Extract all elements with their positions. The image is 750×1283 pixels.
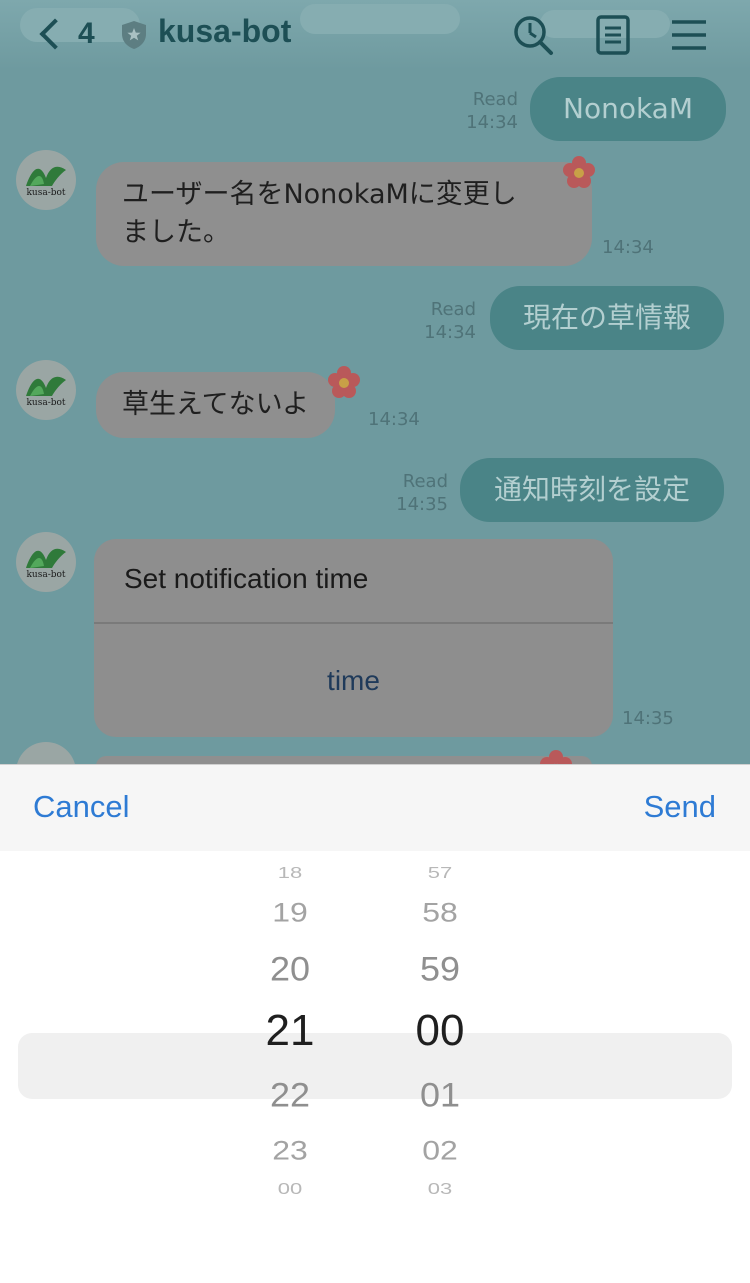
hour-option[interactable]: 18 bbox=[230, 864, 350, 882]
notes-icon[interactable] bbox=[592, 14, 634, 56]
chevron-left-icon bbox=[39, 18, 71, 50]
card-title: Set notification time bbox=[124, 563, 369, 594]
bot-avatar[interactable]: kusa-bot bbox=[16, 150, 76, 210]
chat-title: kusa-bot bbox=[158, 13, 292, 49]
outgoing-message[interactable]: NonokaM bbox=[530, 77, 726, 141]
bot-avatar[interactable]: kusa-bot bbox=[16, 360, 76, 420]
read-receipt: Read 14:34 bbox=[466, 89, 518, 133]
grass-logo-icon bbox=[26, 548, 66, 568]
hour-option[interactable]: 23 bbox=[230, 1135, 350, 1166]
send-button[interactable]: Send bbox=[644, 789, 716, 825]
outgoing-message[interactable]: 通知時刻を設定 bbox=[460, 458, 724, 522]
outgoing-message[interactable]: 現在の草情報 bbox=[490, 286, 724, 350]
chat-header: 4 kusa-bot bbox=[0, 0, 750, 70]
incoming-message[interactable]: 草生えてないよ bbox=[96, 372, 336, 438]
hour-wheel[interactable]: 18 19 20 21 22 23 00 bbox=[230, 850, 350, 1283]
bot-avatar bbox=[16, 742, 76, 764]
shield-icon bbox=[122, 21, 146, 49]
chat-area: 4 kusa-bot Read 14:34 NonokaM kusa-bot ユ… bbox=[0, 0, 750, 764]
flower-sticker-icon bbox=[540, 750, 572, 764]
minute-option[interactable]: 03 bbox=[380, 1180, 500, 1198]
bot-avatar[interactable]: kusa-bot bbox=[16, 532, 76, 592]
incoming-message[interactable]: ユーザー名をNonokaMに変更し ました。 bbox=[96, 162, 592, 266]
time-action-button[interactable]: time bbox=[94, 665, 613, 697]
flower-sticker-icon bbox=[328, 366, 360, 398]
card-divider bbox=[94, 622, 613, 624]
read-receipt: Read 14:35 bbox=[396, 471, 448, 515]
read-receipt: Read 14:34 bbox=[424, 299, 476, 343]
grass-logo-icon bbox=[26, 166, 66, 186]
hour-option[interactable]: 20 bbox=[230, 949, 350, 989]
cancel-button[interactable]: Cancel bbox=[33, 789, 130, 825]
hour-option[interactable]: 00 bbox=[230, 1180, 350, 1198]
incoming-message bbox=[96, 756, 592, 764]
message-time: 14:34 bbox=[368, 409, 420, 430]
grass-logo-icon bbox=[26, 376, 66, 396]
unread-count: 4 bbox=[78, 17, 95, 50]
picker-toolbar: Cancel Send bbox=[0, 764, 750, 851]
minute-option[interactable]: 59 bbox=[380, 949, 500, 989]
notification-time-card: Set notification time time bbox=[94, 539, 613, 737]
message-time: 14:34 bbox=[602, 237, 654, 258]
minute-option[interactable]: 01 bbox=[380, 1075, 500, 1115]
flower-sticker-icon bbox=[563, 156, 595, 188]
minute-option[interactable]: 57 bbox=[380, 864, 500, 882]
time-picker-sheet: Cancel Send 18 19 20 21 22 23 00 57 58 59 00 01 02 0… bbox=[0, 764, 750, 1283]
search-clock-icon[interactable] bbox=[512, 14, 554, 56]
back-button[interactable]: 4 bbox=[36, 14, 106, 54]
message-time: 14:35 bbox=[622, 708, 674, 729]
hour-option[interactable]: 22 bbox=[230, 1075, 350, 1115]
minute-selected[interactable]: 00 bbox=[380, 1006, 500, 1056]
minute-option[interactable]: 58 bbox=[380, 897, 500, 928]
menu-icon[interactable] bbox=[668, 14, 710, 56]
time-picker: 18 19 20 21 22 23 00 57 58 59 00 01 02 03 bbox=[0, 850, 750, 1283]
selection-indicator bbox=[18, 1033, 732, 1099]
minute-wheel[interactable]: 57 58 59 00 01 02 03 bbox=[380, 850, 500, 1283]
minute-option[interactable]: 02 bbox=[380, 1135, 500, 1166]
hour-selected[interactable]: 21 bbox=[230, 1006, 350, 1056]
hour-option[interactable]: 19 bbox=[230, 897, 350, 928]
